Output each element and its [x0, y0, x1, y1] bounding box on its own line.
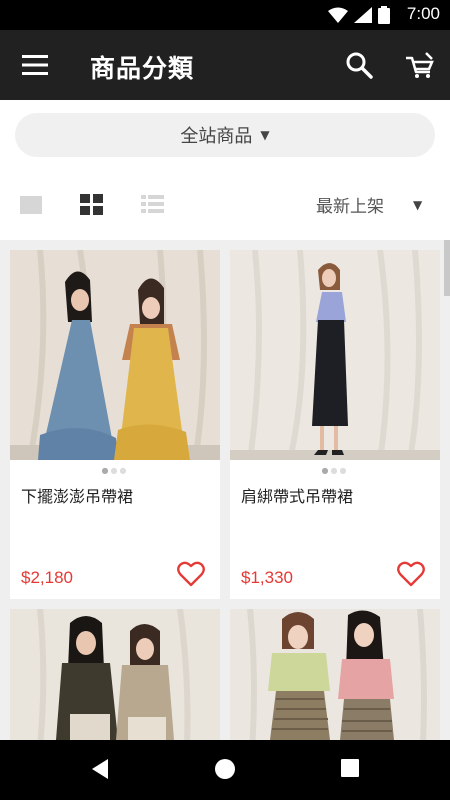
back-icon[interactable]: [90, 758, 110, 780]
category-dropdown[interactable]: 全站商品 ▼: [15, 113, 435, 157]
scrollbar[interactable]: [444, 240, 450, 296]
app-bar: 商品分類: [0, 30, 450, 100]
heart-icon[interactable]: [177, 561, 205, 587]
single-view-icon[interactable]: [20, 194, 42, 216]
chevron-down-icon[interactable]: ▼: [413, 198, 422, 212]
wifi-icon: [328, 7, 348, 23]
grid-view-icon[interactable]: [80, 194, 104, 216]
image-pagination: ●●●: [101, 466, 129, 475]
home-icon[interactable]: [214, 758, 236, 780]
search-icon[interactable]: [344, 50, 374, 80]
product-price: $1,330: [241, 568, 293, 587]
heart-icon[interactable]: [397, 561, 425, 587]
product-card[interactable]: ●●● 下擺澎澎吊帶裙 $2,180: [10, 250, 220, 599]
product-image: [230, 250, 440, 460]
menu-icon[interactable]: [18, 52, 52, 78]
category-label: 全站商品: [180, 126, 253, 147]
status-icons: [328, 6, 390, 24]
product-image: [10, 609, 220, 740]
filter-area: 全站商品 ▼: [0, 100, 450, 240]
sort-dropdown[interactable]: 最新上架: [316, 192, 384, 217]
product-grid: ●●● 下擺澎澎吊帶裙 $2,180 ●●● 肩綁帶式吊帶裙 $1,330: [0, 240, 450, 740]
product-card[interactable]: ●●● 肩綁帶式吊帶裙 $1,330: [230, 250, 440, 599]
system-nav-bar: [0, 740, 450, 800]
product-card[interactable]: [10, 609, 220, 740]
cart-icon[interactable]: [404, 50, 436, 80]
product-image: [230, 609, 440, 740]
battery-icon: [378, 6, 390, 24]
page-title: 商品分類: [90, 54, 195, 83]
product-name: 下擺澎澎吊帶裙: [21, 487, 134, 506]
product-image: [10, 250, 220, 460]
signal-icon: [354, 7, 372, 23]
image-pagination: ●●●: [321, 466, 349, 475]
chevron-down-icon: ▼: [260, 128, 270, 142]
product-card[interactable]: [230, 609, 440, 740]
status-bar: 7:00: [0, 0, 450, 30]
recents-icon[interactable]: [340, 758, 360, 778]
product-name: 肩綁帶式吊帶裙: [241, 487, 354, 506]
status-time: 7:00: [406, 4, 440, 23]
list-view-icon[interactable]: [141, 194, 165, 216]
product-price: $2,180: [21, 568, 73, 587]
